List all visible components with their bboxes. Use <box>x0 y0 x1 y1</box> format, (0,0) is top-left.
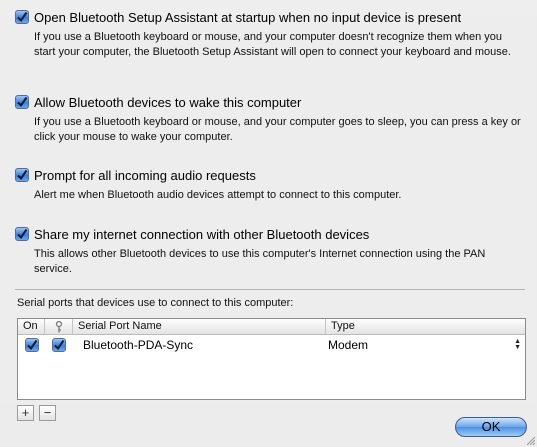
row-secure-checkbox[interactable] <box>52 338 66 352</box>
key-icon <box>55 320 62 332</box>
option-setup-assistant: Open Bluetooth Setup Assistant at startu… <box>15 8 525 60</box>
wake-computer-description: If you use a Bluetooth keyboard or mouse… <box>34 116 521 143</box>
share-internet-description: This allows other Bluetooth devices to u… <box>34 248 486 275</box>
row-on-checkbox[interactable] <box>24 338 39 352</box>
wake-computer-label: Allow Bluetooth devices to wake this com… <box>34 94 302 110</box>
column-header-type[interactable]: Type <box>326 319 525 334</box>
stepper-arrows-icon[interactable]: ▲ ▼ <box>514 338 521 351</box>
column-header-secure[interactable] <box>45 319 73 334</box>
audio-requests-description: Alert me when Bluetooth audio devices at… <box>34 189 402 201</box>
serial-port-type-value: Modem <box>328 338 369 352</box>
remove-port-button[interactable]: − <box>39 405 56 421</box>
column-header-name[interactable]: Serial Port Name <box>73 319 326 334</box>
option-audio-requests: Prompt for all incoming audio requests A… <box>15 166 525 203</box>
option-wake-computer: Allow Bluetooth devices to wake this com… <box>15 93 525 145</box>
ok-button[interactable]: OK <box>455 417 527 437</box>
setup-assistant-label: Open Bluetooth Setup Assistant at startu… <box>34 9 462 25</box>
serial-ports-table: On Serial Port Name Type Bluetooth-PDA-S… <box>17 318 526 400</box>
setup-assistant-checkbox[interactable] <box>15 10 29 24</box>
table-row[interactable]: Bluetooth-PDA-Sync Modem ▲ ▼ <box>18 335 525 355</box>
wake-computer-checkbox[interactable] <box>15 95 29 109</box>
table-header: On Serial Port Name Type <box>18 319 525 335</box>
serial-ports-label: Serial ports that devices use to connect… <box>17 297 294 309</box>
setup-assistant-description: If you use a Bluetooth keyboard or mouse… <box>34 31 511 58</box>
audio-requests-checkbox[interactable] <box>15 168 29 182</box>
share-internet-label: Share my internet connection with other … <box>34 226 370 242</box>
add-port-button[interactable]: + <box>17 405 34 421</box>
column-header-on[interactable]: On <box>18 319 45 334</box>
resize-grip-icon[interactable] <box>525 435 535 445</box>
divider <box>15 289 525 290</box>
option-share-internet: Share my internet connection with other … <box>15 225 525 277</box>
serial-port-name: Bluetooth-PDA-Sync <box>83 338 194 352</box>
advanced-settings-sheet: Open Bluetooth Setup Assistant at startu… <box>0 0 537 447</box>
audio-requests-label: Prompt for all incoming audio requests <box>34 167 256 183</box>
share-internet-checkbox[interactable] <box>15 227 29 241</box>
serial-port-type-select[interactable]: Modem ▲ ▼ <box>326 338 525 352</box>
